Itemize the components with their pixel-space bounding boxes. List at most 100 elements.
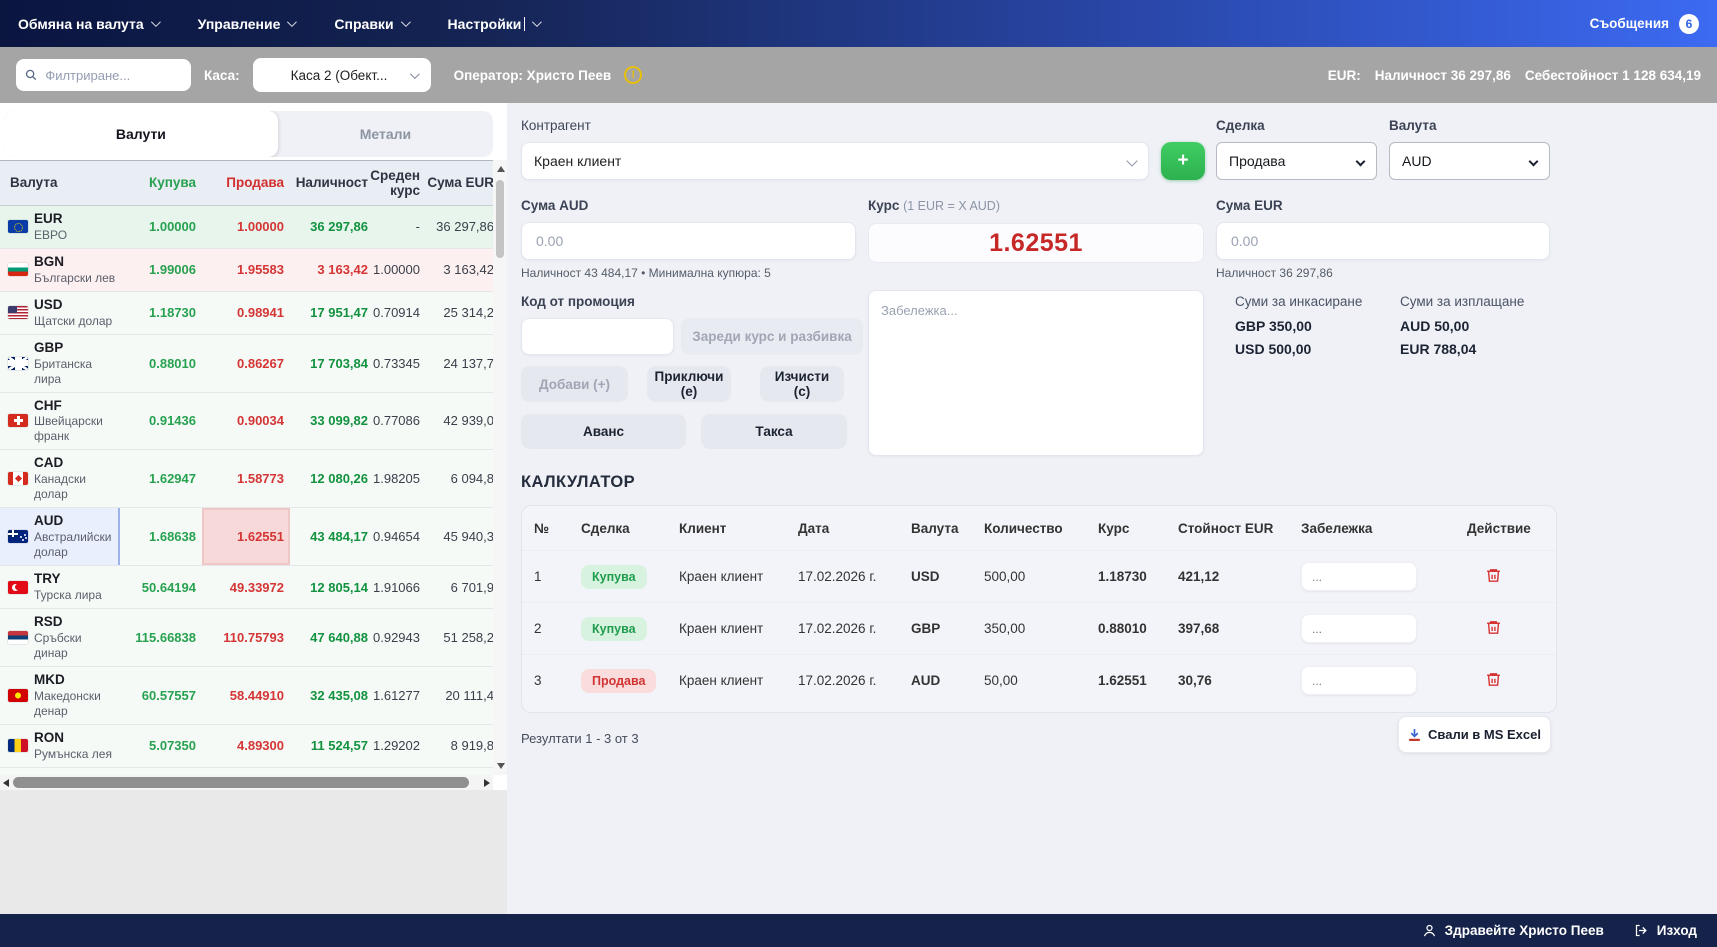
scroll-left-icon[interactable] (3, 779, 9, 787)
currency-value: AUD (1402, 153, 1432, 169)
contragent-value: Краен клиент (534, 153, 621, 169)
currency-row[interactable]: EUR ЕВРО 1.00000 1.00000 36 297,86 - 36 … (0, 206, 493, 249)
nav-menu-item[interactable]: Обмяна на валута (18, 16, 158, 32)
currency-row[interactable]: CHF Швейцарски франк 0.91436 0.90034 33 … (0, 393, 493, 451)
note-textarea[interactable] (868, 290, 1204, 456)
date-cell: 17.02.2026 г. (786, 621, 899, 636)
vertical-scrollbar[interactable] (493, 160, 507, 775)
row-note-input[interactable] (1301, 666, 1417, 695)
sell-rate: 1.62551 (202, 508, 290, 565)
currency-name: Швейцарски франк (34, 414, 116, 444)
currency-row[interactable]: TRY Турска лира 50.64194 49.33972 12 805… (0, 566, 493, 609)
country-flag-icon (8, 581, 28, 594)
chevron-down-icon (1529, 156, 1539, 166)
fee-button[interactable]: Такса (701, 414, 847, 449)
rate-label: Курс (1 EUR = X AUD) (868, 198, 1000, 213)
trash-icon[interactable] (1485, 619, 1502, 636)
nav-menu-item[interactable]: Справки (334, 16, 407, 32)
row-note-input[interactable] (1301, 614, 1417, 643)
calculator-row: 1 Купува Краен клиент 17.02.2026 г. USD … (522, 550, 1556, 602)
row-number: 1 (522, 569, 569, 584)
horizontal-scroll-thumb[interactable] (13, 777, 469, 788)
sum-eur-value: 7 851,0 (426, 768, 493, 775)
avg-rate-value: 0.94654 (374, 508, 426, 565)
eur-label: EUR: (1328, 68, 1361, 83)
deal-type-badge: Купува (581, 617, 647, 641)
filter-search-box[interactable] (16, 59, 191, 91)
col-rate: Курс (1086, 521, 1166, 536)
calculator-table: № Сделка Клиент Дата Валута Количество К… (521, 505, 1557, 713)
sell-rate: 49.33972 (202, 566, 290, 608)
avg-rate-value: 1.61277 (374, 667, 426, 724)
currency-code: RSD (34, 614, 116, 631)
country-flag-icon (8, 414, 28, 427)
deal-select[interactable]: Продава (1216, 142, 1377, 180)
col-note: Забележка (1289, 521, 1455, 536)
nav-menu-label: Управление (198, 16, 281, 32)
user-greeting[interactable]: Здравейте Христо Пеев (1422, 923, 1604, 938)
currency-row[interactable]: BGN Български лев 1.99006 1.95583 3 163,… (0, 249, 493, 292)
country-flag-icon (8, 220, 28, 233)
cash-label: Каса: (204, 68, 240, 83)
sell-rate: 0.86267 (202, 335, 290, 392)
filter-input[interactable] (43, 67, 182, 84)
amount-aud-input[interactable] (534, 232, 843, 250)
sell-rate: 0.98941 (202, 292, 290, 334)
clear-button[interactable]: Изчисти (c) (760, 366, 844, 402)
buy-rate: 1.18730 (120, 292, 202, 334)
avg-rate-value: 1.00000 (374, 249, 426, 291)
contragent-select[interactable]: Краен клиент (521, 142, 1149, 180)
sell-rate: 1.58773 (202, 450, 290, 507)
tab-currencies[interactable]: Валути (4, 111, 278, 157)
col-qty: Количество (972, 521, 1086, 536)
amount-eur-input[interactable] (1229, 232, 1537, 250)
country-flag-icon (8, 306, 28, 319)
currency-code: BGN (34, 254, 115, 271)
add-contragent-button[interactable]: + (1161, 142, 1205, 180)
availability-value: 17 703,84 (290, 335, 374, 392)
trash-icon[interactable] (1485, 671, 1502, 688)
buy-rate: 60.57557 (120, 667, 202, 724)
currency-row[interactable]: USD Щатски долар 1.18730 0.98941 17 951,… (0, 292, 493, 335)
warning-icon[interactable]: ! (624, 66, 642, 84)
sell-rate: 4.89300 (202, 725, 290, 767)
horizontal-scrollbar[interactable] (0, 775, 493, 790)
client-cell: Краен клиент (667, 569, 786, 584)
chevron-down-icon (1356, 156, 1366, 166)
scroll-down-icon[interactable] (497, 763, 505, 769)
calculator-row: 3 Продава Краен клиент 17.02.2026 г. AUD… (522, 654, 1556, 706)
trash-icon[interactable] (1485, 567, 1502, 584)
currency-row[interactable]: PLN Полска злота 4.18613 4.03777 8 697,0… (0, 768, 493, 775)
nav-menu-item[interactable]: Управление (198, 16, 295, 32)
currency-name: ЕВРО (34, 228, 67, 243)
scroll-right-icon[interactable] (484, 779, 490, 787)
nav-menu-item[interactable]: Настройки (448, 16, 540, 32)
currency-row[interactable]: AUD Австралийски долар 1.68638 1.62551 4… (0, 508, 493, 566)
currency-select[interactable]: AUD (1389, 142, 1550, 180)
currency-row[interactable]: CAD Канадски долар 1.62947 1.58773 12 08… (0, 450, 493, 508)
advance-button[interactable]: Аванс (521, 414, 686, 449)
messages-link[interactable]: Съобщения (1590, 16, 1669, 31)
excel-download-button[interactable]: Свали в MS Excel (1398, 716, 1551, 753)
vertical-scroll-thumb[interactable] (496, 180, 504, 258)
country-flag-icon (8, 739, 28, 752)
currency-row[interactable]: GBP Британска лира 0.88010 0.86267 17 70… (0, 335, 493, 393)
availability-value: 17 951,47 (290, 292, 374, 334)
availability-value: 3 163,42 (290, 249, 374, 291)
load-rate-button[interactable]: Зареди курс и разбивка (681, 318, 863, 355)
row-note-input[interactable] (1301, 562, 1417, 591)
scroll-up-icon[interactable] (497, 166, 505, 172)
currency-row[interactable]: RON Румънска лея 5.07350 4.89300 11 524,… (0, 725, 493, 768)
currency-row[interactable]: MKD Македонски денар 60.57557 58.44910 3… (0, 667, 493, 725)
cash-register-select[interactable]: Каса 2 (Обект... (253, 58, 431, 92)
messages-count-badge[interactable]: 6 (1679, 14, 1699, 34)
logout-button[interactable]: Изход (1634, 923, 1697, 938)
currency-table-header: Валута Купува Продава Наличност Среден к… (0, 161, 493, 206)
currency-row[interactable]: RSD Сръбски динар 115.66838 110.75793 47… (0, 609, 493, 667)
tab-metals[interactable]: Метали (278, 111, 493, 157)
promo-input[interactable] (534, 328, 661, 346)
add-button[interactable]: Добави (+) (521, 366, 628, 402)
currency-code: CHF (34, 398, 116, 415)
finish-button[interactable]: Приключи (e) (647, 366, 731, 402)
collect-amount: GBP 350,00 (1235, 318, 1312, 334)
